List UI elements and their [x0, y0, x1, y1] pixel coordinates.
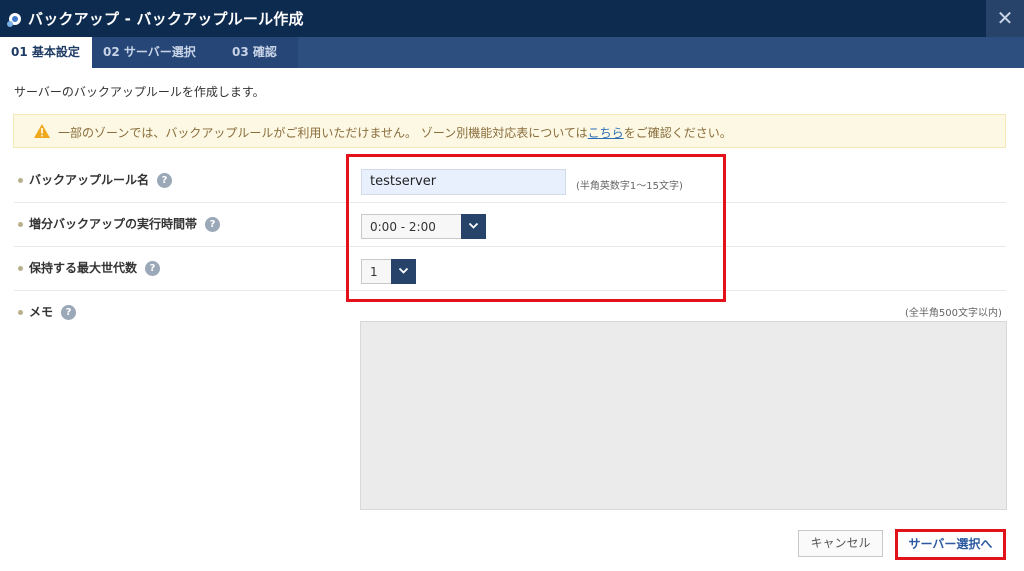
highlight-box-next: サーバー選択へ: [895, 529, 1006, 560]
memo-label-row: メモ?: [18, 303, 77, 320]
bullet-icon: [18, 222, 23, 227]
step-tabs: 01 基本設定 02 サーバー選択 03 確認: [0, 37, 1024, 68]
rule-name-label-row: バックアップルール名?: [18, 171, 173, 188]
notice-text-before: 一部のゾーンでは、バックアップルールがご利用いただけません。 ゾーン別機能対応表…: [58, 126, 588, 140]
tab-server-selection[interactable]: 02 サーバー選択: [92, 37, 221, 68]
time-window-select[interactable]: 0:00 - 2:00: [361, 214, 486, 239]
help-icon[interactable]: ?: [61, 305, 77, 320]
generations-label: 保持する最大世代数: [29, 261, 138, 275]
close-button[interactable]: ✕: [986, 0, 1024, 37]
memo-label: メモ: [29, 305, 54, 319]
time-window-label-row: 増分バックアップの実行時間帯?: [18, 215, 221, 232]
tab-basic-settings[interactable]: 01 基本設定: [0, 37, 92, 68]
window-title: バックアップ - バックアップルール作成: [28, 10, 304, 28]
help-icon[interactable]: ?: [145, 261, 161, 276]
memo-textarea[interactable]: [360, 321, 1007, 510]
help-icon[interactable]: ?: [205, 217, 221, 232]
rule-name-hint: (半角英数字1～15文字): [576, 181, 683, 192]
backup-app-icon: [7, 13, 21, 27]
help-icon[interactable]: ?: [157, 173, 173, 188]
warning-icon: [34, 124, 50, 138]
tab-confirm[interactable]: 03 確認: [221, 37, 298, 68]
chevron-down-icon: [398, 267, 409, 274]
rule-name-label: バックアップルール名: [29, 173, 150, 187]
zone-notice: 一部のゾーンでは、バックアップルールがご利用いただけません。 ゾーン別機能対応表…: [13, 114, 1006, 148]
row-divider: [14, 246, 1006, 247]
notice-text-after: をご確認ください。: [623, 126, 732, 140]
cancel-button[interactable]: キャンセル: [798, 530, 883, 557]
generations-value: 1: [370, 265, 378, 279]
row-divider: [14, 290, 1006, 291]
time-window-value: 0:00 - 2:00: [370, 220, 436, 234]
memo-hint: (全半角500文字以内): [905, 308, 1002, 319]
intro-text: サーバーのバックアップルールを作成します。: [14, 85, 265, 99]
rule-name-input[interactable]: testserver: [361, 169, 566, 195]
next-server-selection-button[interactable]: サーバー選択へ: [899, 533, 1002, 556]
bullet-icon: [18, 310, 23, 315]
generations-select[interactable]: 1: [361, 259, 416, 284]
notice-message: 一部のゾーンでは、バックアップルールがご利用いただけません。 ゾーン別機能対応表…: [58, 124, 732, 141]
time-window-label: 増分バックアップの実行時間帯: [29, 217, 198, 231]
close-icon: ✕: [996, 6, 1014, 30]
row-divider: [14, 202, 1006, 203]
window-titlebar: バックアップ - バックアップルール作成 ✕: [0, 0, 1024, 37]
dropdown-button[interactable]: [391, 259, 416, 284]
bullet-icon: [18, 178, 23, 183]
generations-label-row: 保持する最大世代数?: [18, 259, 161, 276]
chevron-down-icon: [468, 222, 479, 229]
notice-link-here[interactable]: こちら: [588, 126, 624, 140]
dropdown-button[interactable]: [461, 214, 486, 239]
bullet-icon: [18, 266, 23, 271]
